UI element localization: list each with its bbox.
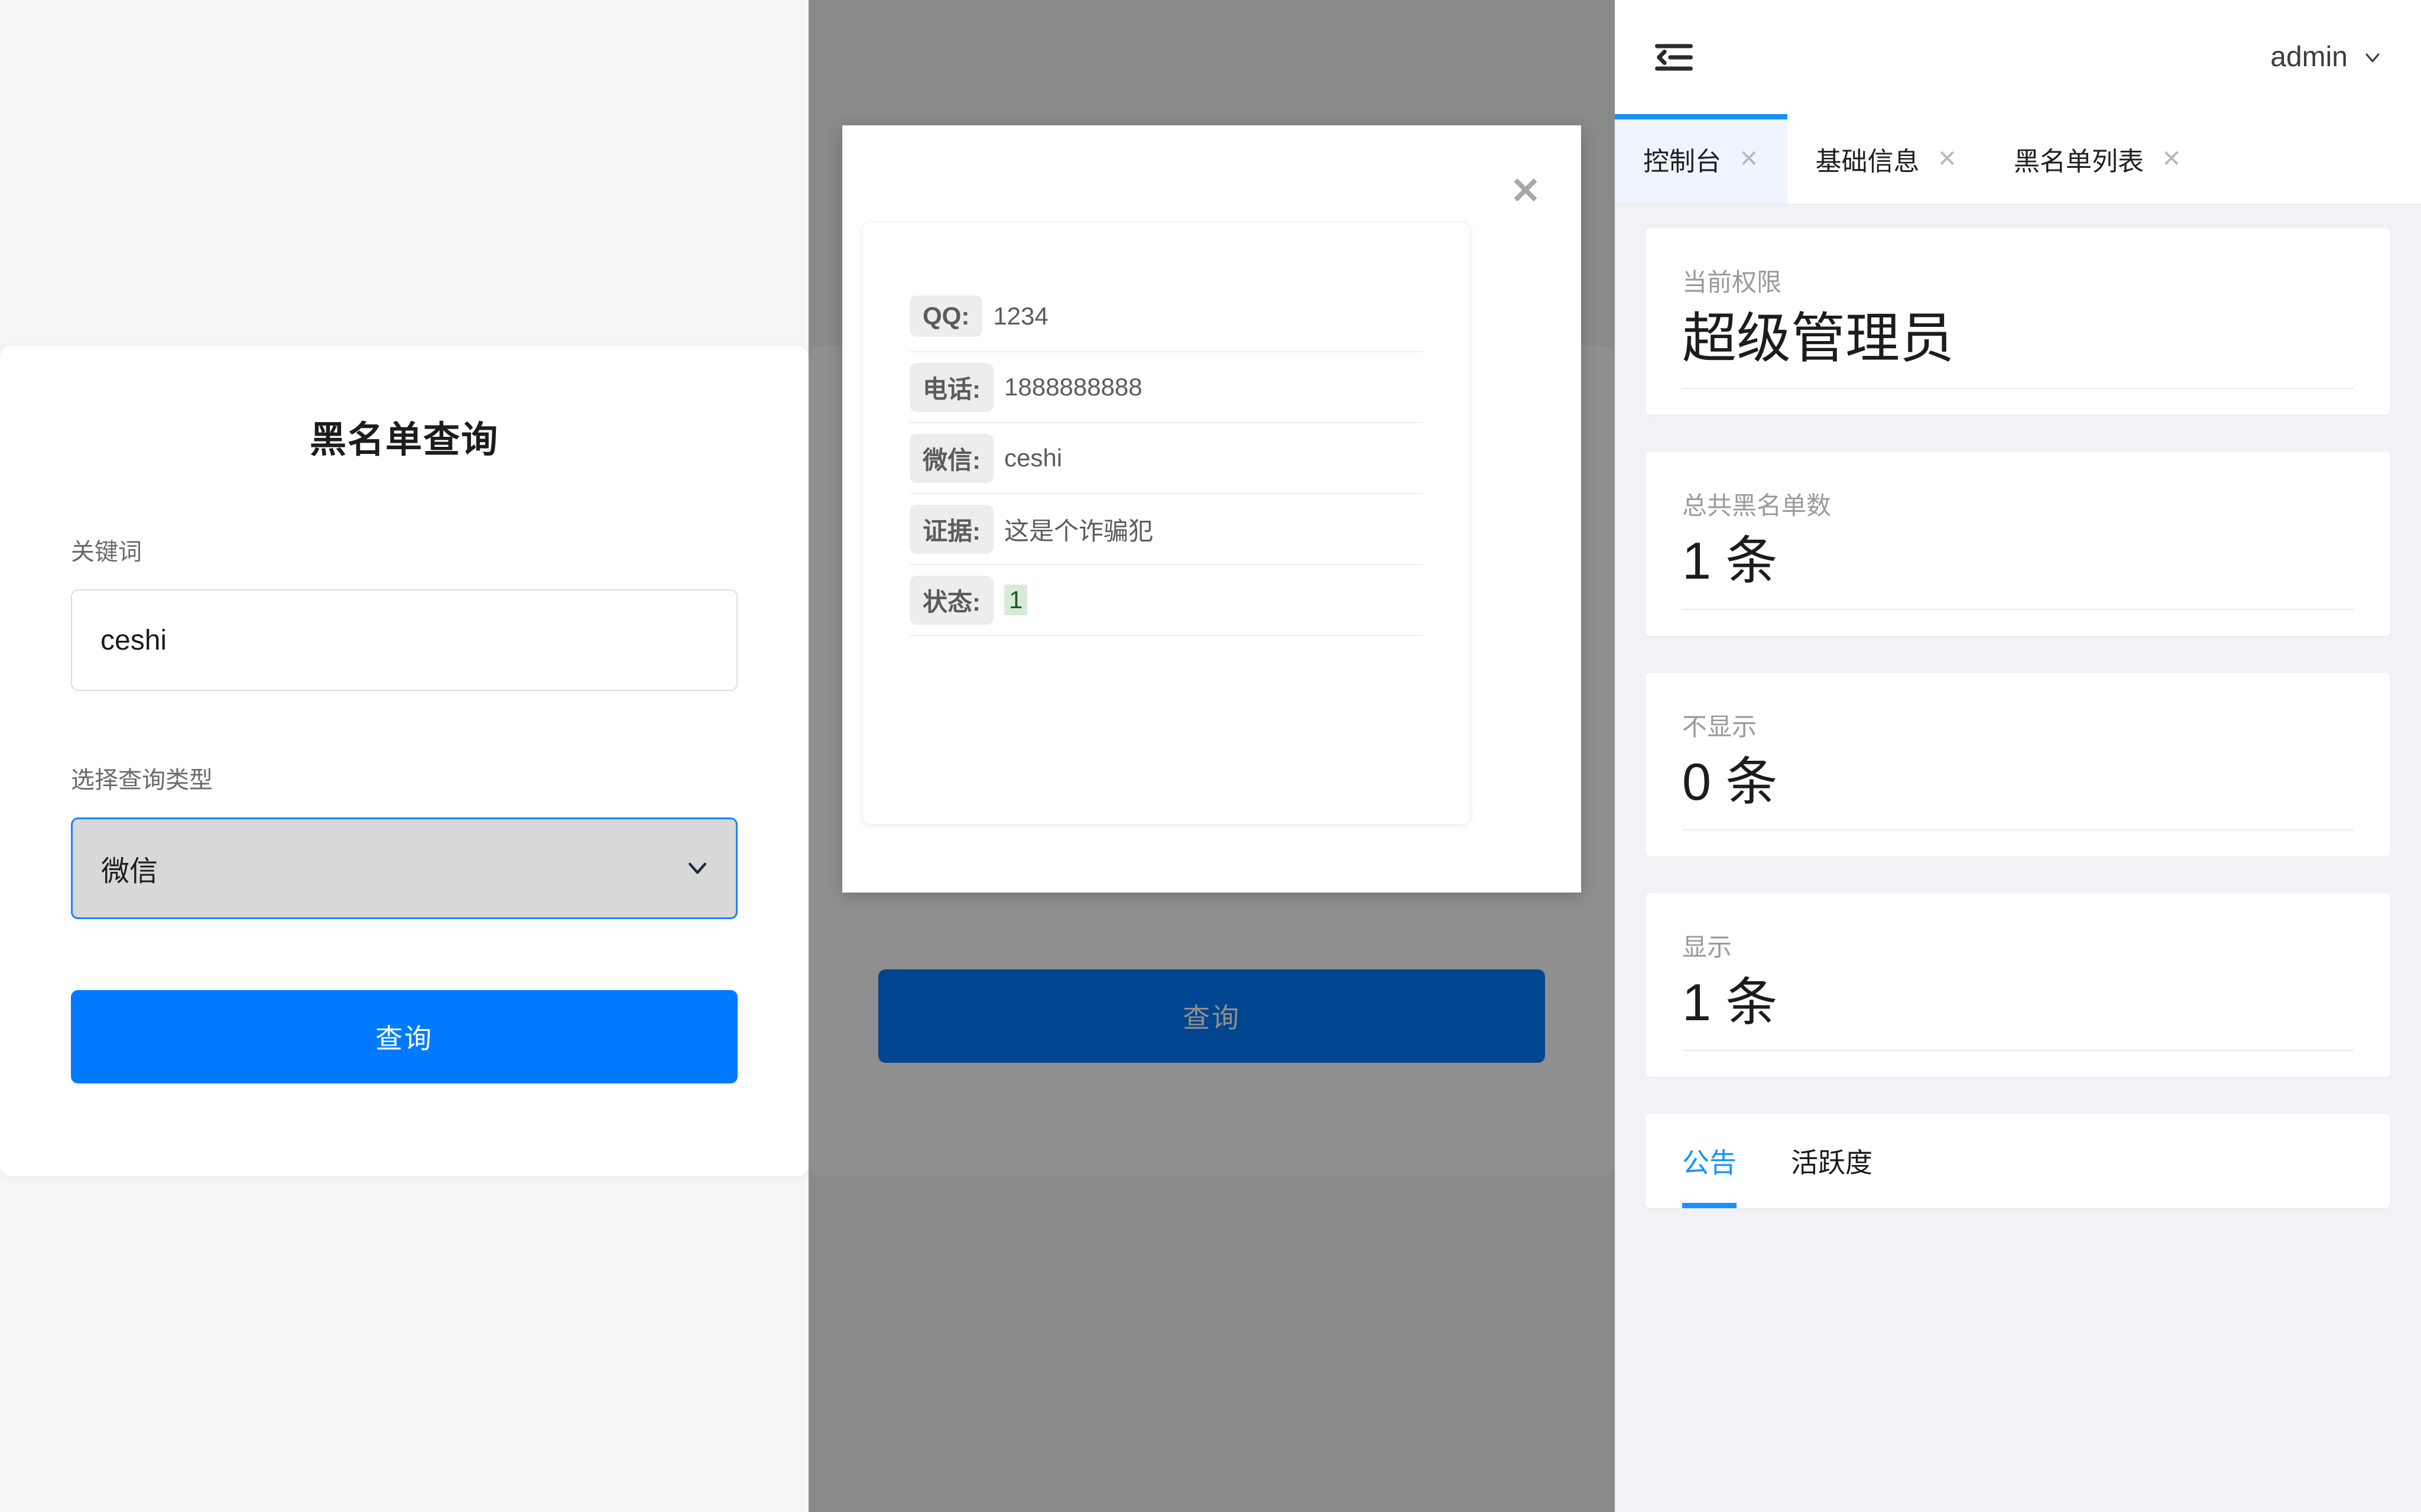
blacklist-detail-modal: ✕ QQ: 1234 电话: 1888888888 微信: ceshi 证据: … — [842, 125, 1581, 893]
admin-top-bar: admin — [1615, 0, 2421, 114]
tab-label: 控制台 — [1643, 147, 1721, 176]
detail-key: 电话: — [910, 362, 994, 412]
list-item: 证据: 这是个诈骗犯 — [910, 494, 1423, 565]
tab-activity[interactable]: 活跃度 — [1791, 1114, 1872, 1208]
detail-key: 状态: — [910, 575, 994, 625]
detail-value: 这是个诈骗犯 — [1004, 517, 1154, 545]
left-query-panel: 黑名单查询 关键词 选择查询类型 微信 查询 — [0, 0, 809, 1512]
right-admin-panel: admin 控制台 ✕ 基础信息 ✕ 黑名单列表 ✕ 当前权限 超级管理员 总共… — [1615, 0, 2421, 1512]
detail-card: QQ: 1234 电话: 1888888888 微信: ceshi 证据: 这是… — [862, 222, 1471, 825]
query-type-select[interactable]: 微信 — [71, 817, 738, 919]
close-icon[interactable]: ✕ — [1739, 147, 1759, 171]
admin-tab-bar: 控制台 ✕ 基础信息 ✕ 黑名单列表 ✕ — [1615, 114, 2421, 205]
stat-label: 显示 — [1682, 933, 1732, 961]
stat-value: 1 条 — [1682, 527, 2354, 610]
tab-label: 活跃度 — [1791, 1147, 1872, 1178]
stat-label: 总共黑名单数 — [1682, 492, 1832, 520]
tab-announcement[interactable]: 公告 — [1682, 1114, 1737, 1208]
keyword-label: 关键词 — [71, 539, 142, 565]
tab-console[interactable]: 控制台 ✕ — [1615, 114, 1787, 204]
list-item: 微信: ceshi — [910, 423, 1423, 494]
stat-card-shown: 显示 1 条 — [1646, 893, 2390, 1077]
bottom-tab-bar: 公告 活跃度 — [1682, 1114, 2354, 1208]
detail-list: QQ: 1234 电话: 1888888888 微信: ceshi 证据: 这是… — [910, 222, 1423, 636]
stat-card-permission: 当前权限 超级管理员 — [1646, 228, 2390, 416]
bottom-tabs-card: 公告 活跃度 — [1646, 1113, 2390, 1208]
admin-dashboard-body: 当前权限 超级管理员 总共黑名单数 1 条 不显示 0 条 显示 1 条 公告 — [1615, 205, 2421, 1208]
app-screen: 黑名单查询 关键词 选择查询类型 微信 查询 查询 ✕ — [0, 0, 2421, 1512]
blacklist-query-card: 黑名单查询 关键词 选择查询类型 微信 查询 — [0, 346, 809, 1176]
detail-value: ceshi — [1004, 444, 1063, 472]
tab-blacklist-list[interactable]: 黑名单列表 ✕ — [1985, 114, 2210, 204]
stat-card-hidden: 不显示 0 条 — [1646, 672, 2390, 856]
keyword-input[interactable] — [71, 589, 738, 691]
stat-card-total-blacklist: 总共黑名单数 1 条 — [1646, 452, 2390, 636]
list-item: 状态: 1 — [910, 565, 1423, 636]
page-title: 黑名单查询 — [309, 420, 499, 460]
close-icon[interactable]: ✕ — [1938, 147, 1958, 171]
stat-label: 当前权限 — [1682, 268, 1782, 296]
submit-query-button[interactable]: 查询 — [71, 990, 738, 1083]
detail-value: 1888888888 — [1004, 373, 1143, 401]
status-badge: 1 — [1004, 585, 1028, 615]
close-icon[interactable]: ✕ — [1507, 173, 1544, 210]
user-menu[interactable]: admin — [2270, 41, 2384, 73]
tab-basic-info[interactable]: 基础信息 ✕ — [1787, 114, 1986, 204]
tab-label: 基础信息 — [1815, 147, 1920, 176]
detail-value: 1234 — [993, 302, 1049, 330]
detail-key: 微信: — [910, 433, 994, 483]
user-name: admin — [2270, 41, 2348, 73]
tab-label: 公告 — [1682, 1147, 1737, 1178]
tab-label: 黑名单列表 — [2014, 147, 2144, 176]
stat-value: 0 条 — [1682, 748, 2354, 830]
close-icon[interactable]: ✕ — [2162, 147, 2182, 171]
list-item: QQ: 1234 — [910, 281, 1423, 352]
detail-key: 证据: — [910, 504, 994, 554]
stat-value: 1 条 — [1682, 968, 2354, 1051]
list-item: 电话: 1888888888 — [910, 352, 1423, 423]
query-type-selected-value: 微信 — [101, 856, 158, 887]
chevron-down-icon — [2361, 46, 2384, 69]
stat-value: 超级管理员 — [1682, 303, 2354, 390]
query-type-select-wrapper: 微信 — [71, 817, 738, 919]
menu-fold-icon[interactable] — [1651, 35, 1696, 80]
stat-label: 不显示 — [1682, 712, 1757, 741]
middle-result-panel: 查询 ✕ QQ: 1234 电话: 1888888888 微信: ceshi 证… — [809, 0, 1615, 1512]
detail-key: QQ: — [910, 296, 983, 337]
query-type-label: 选择查询类型 — [71, 767, 213, 793]
